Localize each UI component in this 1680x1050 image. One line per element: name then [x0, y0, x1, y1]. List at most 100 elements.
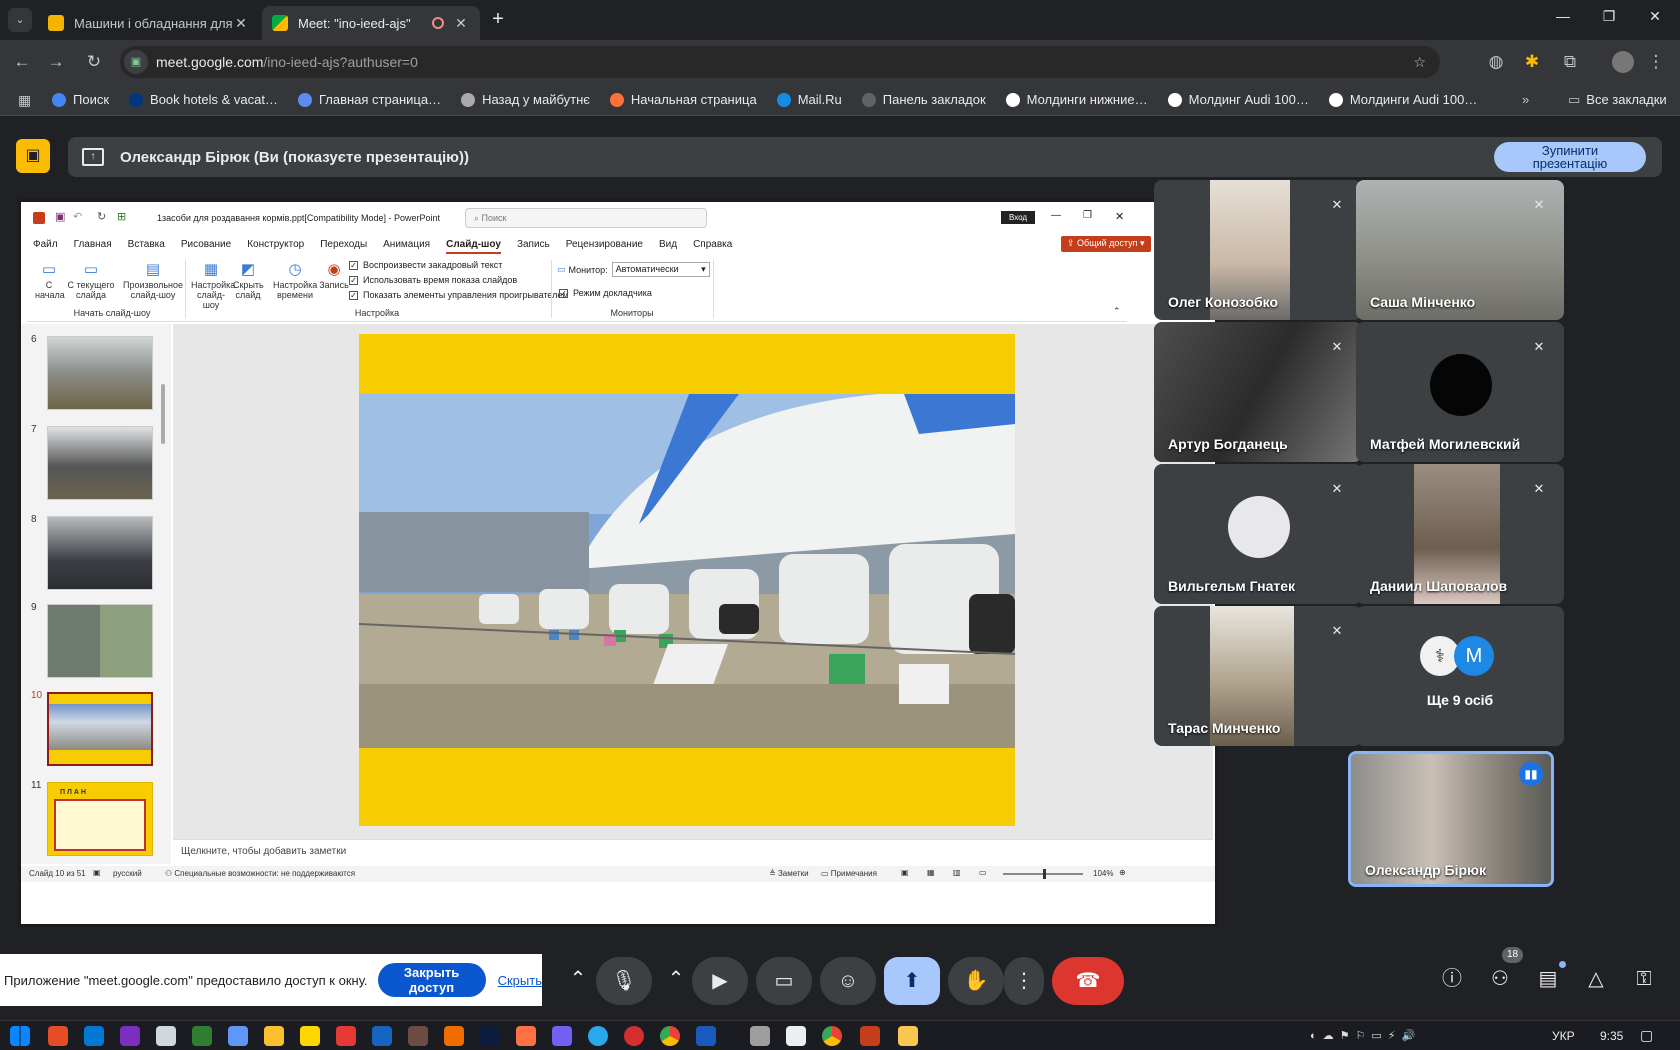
tab-search-button[interactable]: ⌄ — [8, 8, 32, 32]
custom-slideshow-button[interactable]: ▤ Произвольное слайд-шоу — [123, 260, 183, 300]
reactions-button[interactable]: ☺ — [820, 957, 876, 1005]
current-slide[interactable] — [359, 334, 1015, 826]
bookmark-item[interactable]: Молдинг Audi 100… — [1167, 92, 1309, 107]
setup-slideshow-button[interactable]: ▦ Настройка слайд-шоу — [191, 260, 235, 310]
ribbon-tab-draw[interactable]: Рисование — [181, 239, 231, 254]
powerpoint-icon[interactable] — [860, 1026, 880, 1046]
activities-icon[interactable]: △ — [1574, 957, 1618, 1001]
bookmark-item[interactable]: Начальная страница — [609, 92, 757, 107]
ribbon-tab-animation[interactable]: Анимация — [383, 239, 430, 254]
notifications-icon[interactable]: ▢ — [1640, 1027, 1653, 1044]
language-label[interactable]: русский — [113, 869, 142, 878]
bookmark-item[interactable]: Поиск — [52, 92, 109, 107]
taskbar-app-icon[interactable] — [624, 1026, 644, 1046]
bookmark-item[interactable]: Главная страница… — [297, 92, 441, 107]
checkbox-narration[interactable]: ✓ Воспроизвести закадровый текст — [349, 260, 569, 270]
chat-icon[interactable]: ▤ — [1526, 957, 1570, 1001]
fit-slide-icon[interactable]: ⊕ — [1119, 868, 1126, 877]
maximize-icon[interactable]: ❐ — [1586, 8, 1632, 32]
microphone-button[interactable]: 🎙 — [596, 957, 652, 1005]
tab-machines[interactable]: Машини і обладнання для тва… ✕ — [38, 6, 260, 40]
audio-options-chevron-icon[interactable]: ⌃ — [558, 957, 598, 1001]
settings-icon[interactable] — [750, 1026, 770, 1046]
comments-toggle[interactable]: ▭ Примечания — [821, 869, 877, 878]
stop-sharing-button[interactable]: Закрыть доступ — [377, 963, 486, 997]
spellcheck-icon[interactable]: ▣ — [93, 868, 101, 877]
host-controls-icon[interactable]: ⚿ — [1622, 957, 1666, 1001]
ppt-search-box[interactable]: ⌕ Поиск — [465, 208, 707, 228]
present-start-icon[interactable]: ⊞ — [117, 210, 126, 223]
zoom-slider[interactable] — [1003, 869, 1083, 879]
record-button[interactable]: ◉ Запись — [319, 260, 349, 290]
notepad-icon[interactable] — [786, 1026, 806, 1046]
taskbar-language[interactable]: УКР — [1552, 1029, 1575, 1043]
system-tray-icons[interactable]: ◐☁⚑⚐▭⚡🔊 — [1310, 1029, 1421, 1042]
apps-grid-icon[interactable]: ▦ — [18, 92, 34, 108]
stop-presenting-button[interactable]: Зупинити презентацію — [1494, 142, 1646, 172]
participant-tile[interactable]: ✕ Матфей Могилевский — [1356, 322, 1564, 462]
reload-icon[interactable]: ↻ — [82, 50, 106, 74]
slide-thumbnail-10-selected[interactable] — [47, 692, 153, 766]
more-participants-tile[interactable]: ⚕ M Ще 9 осіб — [1356, 606, 1564, 746]
taskbar-app-icon[interactable] — [408, 1026, 428, 1046]
share-button[interactable]: ⇪ Общий доступ ▾ — [1061, 236, 1151, 252]
slide-thumbnail-7[interactable] — [47, 426, 153, 500]
close-tab-icon[interactable]: ✕ — [452, 15, 470, 32]
ppt-minimize-icon[interactable]: — — [1051, 210, 1061, 221]
forward-icon[interactable]: → — [44, 50, 68, 74]
bookmark-item[interactable]: Панель закладок — [861, 92, 986, 107]
ribbon-tab-design[interactable]: Конструктор — [247, 239, 304, 254]
ribbon-tab-view[interactable]: Вид — [659, 239, 677, 254]
from-current-button[interactable]: ▭ С текущего слайда — [67, 260, 115, 300]
telegram-icon[interactable] — [588, 1026, 608, 1046]
zoom-level[interactable]: 104% — [1093, 869, 1113, 878]
participant-tile[interactable]: ✕ Саша Мінченко — [1356, 180, 1564, 320]
extension-color-icon[interactable]: ✱ — [1520, 50, 1544, 74]
slideshow-view-icon[interactable]: ▭ — [979, 868, 987, 877]
start-icon[interactable] — [10, 1026, 30, 1046]
all-bookmarks-button[interactable]: ▭ Все закладки — [1568, 92, 1667, 108]
close-window-icon[interactable]: ✕ — [1632, 8, 1678, 32]
word-icon[interactable] — [696, 1026, 716, 1046]
ppt-close-icon[interactable]: ✕ — [1115, 210, 1124, 223]
video-options-chevron-icon[interactable]: ⌃ — [656, 957, 696, 1001]
sorter-view-icon[interactable]: ▦ — [927, 868, 935, 877]
bookmark-item[interactable]: Mail.Ru — [776, 92, 842, 107]
notes-toggle[interactable]: ≜ Заметки — [769, 869, 809, 878]
minimize-icon[interactable]: — — [1540, 8, 1586, 32]
notes-pane[interactable]: Щелкните, чтобы добавить заметки — [173, 839, 1213, 864]
tab-meet[interactable]: Meet: "ino-ieed-ajs" ✕ — [262, 6, 480, 40]
monitor-select[interactable]: Автоматически ▾ — [611, 262, 710, 277]
taskbar-app-icon[interactable] — [336, 1026, 356, 1046]
taskbar-app-icon[interactable] — [192, 1026, 212, 1046]
ppt-restore-icon[interactable]: ❐ — [1083, 210, 1092, 221]
slide-thumbnail-8[interactable] — [47, 516, 153, 590]
taskbar-app-icon[interactable] — [264, 1026, 284, 1046]
profile-avatar[interactable] — [1612, 51, 1634, 73]
checkbox-timings[interactable]: ✓ Использовать время показа слайдов — [349, 275, 569, 285]
taskbar-app-icon[interactable] — [120, 1026, 140, 1046]
taskbar-app-icon[interactable] — [228, 1026, 248, 1046]
taskbar-app-icon[interactable] — [444, 1026, 464, 1046]
taskbar-app-icon[interactable] — [300, 1026, 320, 1046]
back-icon[interactable]: ← — [10, 50, 34, 74]
participant-tile[interactable]: ✕ Тарас Минченко — [1154, 606, 1362, 746]
participant-tile[interactable]: ✕ Даниил Шаповалов — [1356, 464, 1564, 604]
login-button[interactable]: Вход — [1001, 211, 1036, 224]
taskbar-app-icon[interactable] — [552, 1026, 572, 1046]
save-icon[interactable]: ▣ — [55, 210, 65, 223]
collapse-ribbon-icon[interactable]: ⌃ — [1113, 306, 1121, 317]
ribbon-tab-slideshow[interactable]: Слайд-шоу — [446, 239, 501, 254]
file-explorer-icon[interactable] — [898, 1026, 918, 1046]
redo-icon[interactable]: ↻ — [97, 210, 106, 223]
slide-thumbnail-9[interactable] — [47, 604, 153, 678]
bookmark-item[interactable]: Назад у майбутнє — [461, 92, 590, 107]
from-start-button[interactable]: ▭ С начала — [35, 260, 65, 300]
slide-thumbnail-6[interactable] — [47, 336, 153, 410]
people-icon[interactable]: ⚇ 18 — [1478, 947, 1524, 1001]
rehearse-timings-button[interactable]: ◷ Настройка времени — [273, 260, 317, 300]
ribbon-tab-insert[interactable]: Вставка — [128, 239, 165, 254]
bookmark-item[interactable]: Молдинги нижние… — [1005, 92, 1148, 107]
ribbon-tab-record[interactable]: Запись — [517, 239, 550, 254]
hide-link[interactable]: Скрыть — [498, 973, 542, 988]
